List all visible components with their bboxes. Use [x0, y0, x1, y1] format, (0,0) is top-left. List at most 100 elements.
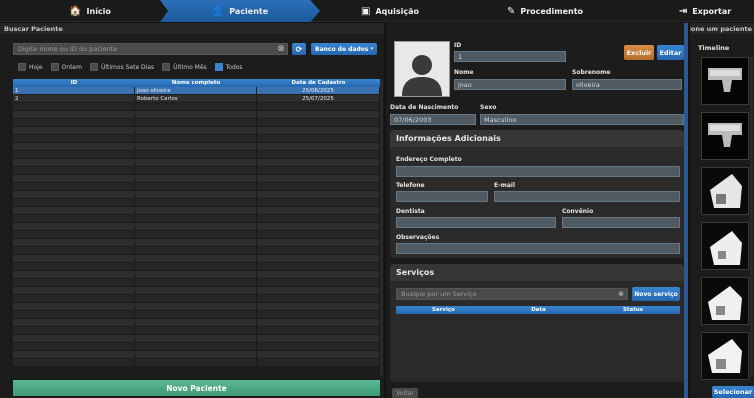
nav-tab-inicio[interactable]: 🏠 Início [40, 0, 140, 22]
timeline-thumbnail[interactable] [701, 57, 749, 105]
table-row-empty [13, 295, 380, 303]
binoculars-icon[interactable]: ⊗ [274, 43, 288, 55]
cell-empty [135, 175, 257, 182]
patient-details-panel: ID 1 Excluir Editar Nome joao Sobrenome … [386, 23, 688, 398]
table-row-empty [13, 343, 380, 351]
export-icon: ⇥ [678, 5, 688, 17]
edit-button[interactable]: Editar [657, 45, 684, 60]
delete-button[interactable]: Excluir [624, 45, 654, 60]
select-button[interactable]: Selecionar [712, 386, 754, 398]
cell-empty [135, 359, 257, 366]
table-row-empty [13, 135, 380, 143]
column-header-servico[interactable]: Serviço [396, 306, 491, 314]
cell-empty [257, 135, 380, 142]
cell-empty [135, 127, 257, 134]
cell-empty [13, 151, 135, 158]
cell-empty [135, 279, 257, 286]
cell-empty [13, 207, 135, 214]
cell-empty [257, 287, 380, 294]
person-icon: 👤 [211, 5, 225, 17]
notes-field[interactable] [396, 243, 680, 254]
cell-empty [13, 215, 135, 222]
cell-empty [13, 335, 135, 342]
checkbox[interactable] [162, 63, 171, 71]
cell-empty [257, 359, 380, 366]
cell-empty [135, 103, 257, 110]
timeline-thumbnail[interactable] [701, 332, 749, 380]
cell-empty [135, 143, 257, 150]
first-name-field[interactable]: joao [454, 79, 566, 90]
phone-field[interactable] [396, 191, 488, 202]
timeline-scrollbar[interactable] [750, 57, 753, 377]
cell-empty [13, 103, 135, 110]
cell-empty [257, 183, 380, 190]
new-patient-button[interactable]: Novo Paciente [13, 380, 380, 396]
nav-tab-exportar[interactable]: ⇥ Exportar [660, 0, 750, 22]
timeline-thumbnail[interactable] [701, 112, 749, 160]
cell-empty [135, 207, 257, 214]
back-button[interactable]: Voltar [392, 388, 418, 398]
filter-ultimo-mes[interactable]: Último Mês [162, 63, 207, 71]
details-scrollbar[interactable] [684, 23, 688, 398]
timeline-thumbnail[interactable] [701, 277, 749, 325]
search-input[interactable]: Digite nome ou ID do paciente [13, 43, 288, 55]
filter-todos[interactable]: Todos [214, 63, 243, 71]
last-name-field[interactable]: oliveira [572, 79, 682, 90]
nav-tab-aquisicao[interactable]: ▣ Aquisição [340, 0, 440, 22]
cell-empty [135, 263, 257, 270]
nav-tab-procedimento[interactable]: ✎ Procedimento [490, 0, 600, 22]
cell-empty [257, 215, 380, 222]
cell-empty [257, 231, 380, 238]
column-header-id[interactable]: ID [13, 79, 135, 87]
checkbox[interactable] [18, 63, 26, 71]
table-row-empty [13, 199, 380, 207]
checkbox[interactable] [89, 63, 98, 71]
cell-empty [135, 271, 257, 278]
timeline-thumbnail[interactable] [701, 167, 749, 215]
id-field[interactable]: 1 [454, 51, 566, 62]
table-row-empty [13, 111, 380, 119]
binoculars-icon[interactable]: ⊗ [618, 290, 624, 298]
cell-date: 25/06/2025 [257, 87, 380, 94]
sex-field[interactable]: Masculino [480, 114, 684, 125]
services-table-header: Serviço Data Status [396, 306, 680, 314]
cell-empty [13, 191, 135, 198]
birth-date-field[interactable]: 07/06/2003 [390, 114, 476, 125]
cell-name: joao oliveira [135, 87, 257, 94]
xray-image [702, 168, 748, 214]
cell-empty [135, 255, 257, 262]
cell-empty [257, 143, 380, 150]
cell-empty [257, 303, 380, 310]
cell-empty [257, 103, 380, 110]
table-row[interactable]: 1 joao oliveira 25/06/2025 [13, 87, 380, 95]
address-field[interactable] [396, 166, 680, 177]
cell-empty [13, 263, 135, 270]
checkbox-checked[interactable] [214, 63, 223, 71]
dentist-field[interactable] [396, 217, 556, 228]
email-field[interactable] [494, 191, 680, 202]
database-select[interactable]: Banco de dados ▾ [311, 43, 377, 55]
nav-tab-paciente[interactable]: 👤 Paciente [160, 0, 320, 22]
column-header-data[interactable]: Data de Cadastro [257, 79, 380, 87]
table-row-empty [13, 191, 380, 199]
refresh-icon: ⟳ [295, 44, 303, 54]
cell-empty [257, 207, 380, 214]
new-service-button[interactable]: Novo serviço [632, 287, 680, 301]
patient-search-panel: Buscar Paciente Digite nome ou ID do pac… [0, 23, 384, 398]
filter-ontem[interactable]: Ontem [50, 63, 82, 71]
refresh-button[interactable]: ⟳ [292, 43, 306, 55]
table-row[interactable]: 2 Roberto Carlos 25/07/2025 [13, 95, 380, 103]
column-header-status[interactable]: Status [586, 306, 680, 314]
table-scrollbar[interactable] [380, 79, 383, 375]
cell-empty [13, 159, 135, 166]
checkbox[interactable] [50, 63, 59, 71]
insurance-field[interactable] [562, 217, 680, 228]
timeline-thumbnail[interactable] [701, 222, 749, 270]
services-search-input[interactable]: Busque por um Serviço ⊗ [396, 288, 628, 300]
column-header-data[interactable]: Data [491, 306, 586, 314]
column-header-nome[interactable]: Nome completo [135, 79, 257, 87]
filter-hoje[interactable]: Hoje [18, 63, 43, 71]
timeline-label: Timeline [698, 44, 730, 52]
filter-ultimos-sete-dias[interactable]: Últimos Sete Dias [89, 63, 154, 71]
services-title: Serviços [390, 264, 684, 281]
